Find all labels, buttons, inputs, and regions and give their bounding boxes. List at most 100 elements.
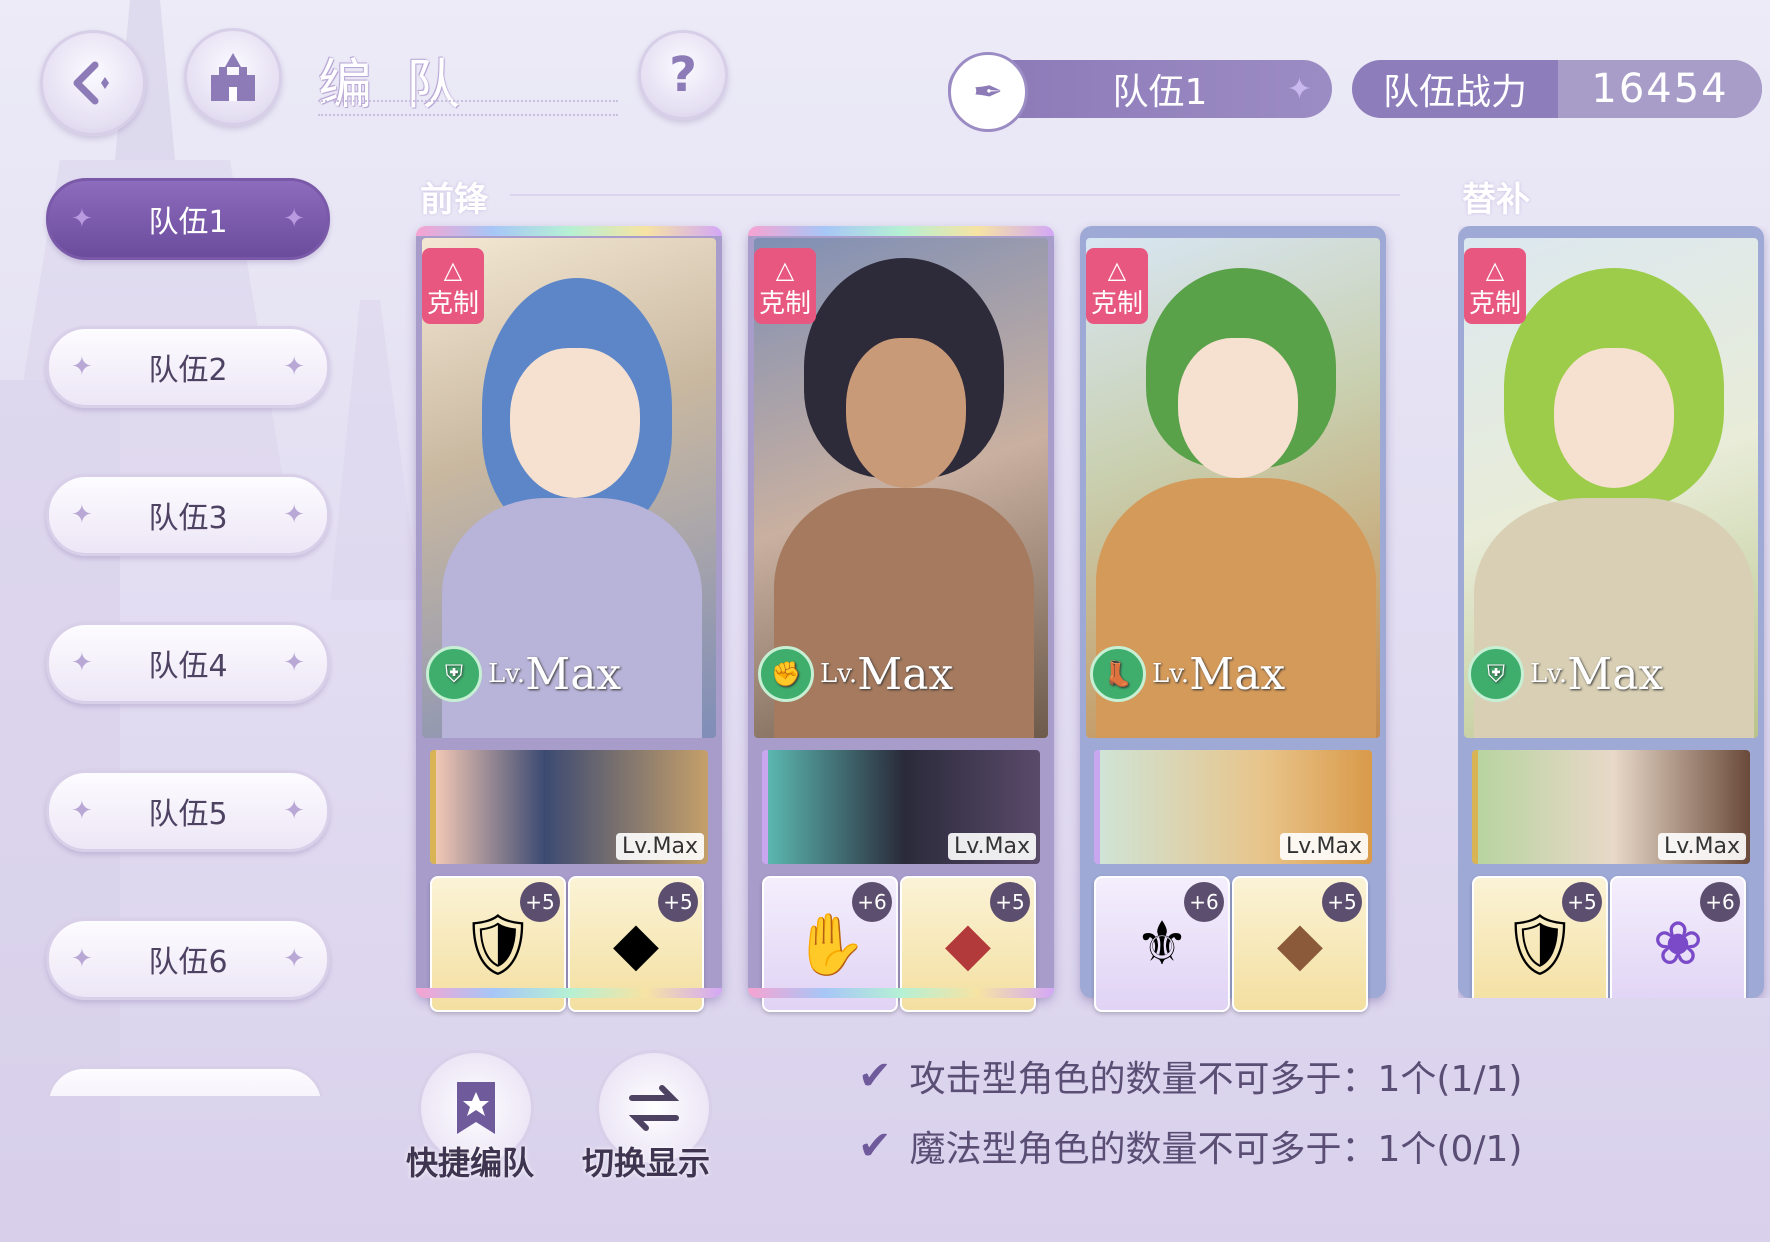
triangle-icon: △ [1485, 256, 1505, 284]
front-section-line [510, 194, 1400, 196]
fist-icon: ✊ [758, 646, 814, 702]
enhance-level: +5 [990, 882, 1030, 922]
rarity-bar [416, 988, 722, 998]
sparkle-icon: ✦ [1286, 71, 1312, 107]
sidebar-tab-label: 队伍4 [148, 649, 228, 684]
equipment-slot-2[interactable]: ❀ +6 [1610, 876, 1746, 998]
sidebar-tab-team1[interactable]: ✦ 队伍1 ✦ [46, 178, 330, 260]
castle-icon [211, 53, 255, 101]
gauntlet-icon: ✋ [792, 909, 868, 980]
support-card[interactable]: Lv.Max [430, 750, 708, 864]
feather-icon: ✒ [972, 71, 1004, 113]
rule-text: 攻击型角色的数量不可多于：1个(1/1) [909, 1059, 1523, 1100]
equipment-slot-1[interactable]: ⚜ +6 [1094, 876, 1230, 1012]
title-decoration [318, 100, 618, 116]
triangle-icon: △ [443, 256, 463, 284]
rule-magic-limit: ✔ 魔法型角色的数量不可多于：1个(0/1) [858, 1120, 1522, 1172]
sidebar-tab-team4[interactable]: ✦ 队伍4 ✦ [46, 622, 330, 704]
boot-icon: 👢 [1090, 646, 1146, 702]
sidebar-tab-label: 队伍2 [148, 353, 228, 388]
support-level: Lv.Max [615, 833, 704, 860]
support-level: Lv.Max [1279, 833, 1368, 860]
support-level: Lv.Max [947, 833, 1036, 860]
level-display: ⛨ Lv. Max [426, 646, 621, 702]
team-power-panel: 队伍战力 16454 [1352, 60, 1762, 118]
character-card-2[interactable]: △ 克制 ✊ Lv. Max Lv.Max ✋ +6 ◆ +5 [748, 226, 1054, 1012]
counter-badge: △ 克制 [1086, 248, 1148, 324]
earring-icon: ◆ [944, 909, 992, 979]
brooch-icon: ❀ [1652, 909, 1704, 979]
support-level: Lv.Max [1657, 833, 1746, 860]
sparkle-icon: ✦ [283, 352, 305, 382]
character-card-1[interactable]: △ 克制 ⛨ Lv. Max Lv.Max 🛡 +5 ◆ +5 [416, 226, 722, 1012]
sparkle-icon: ✦ [71, 796, 93, 826]
shield-icon: ⛨ [1468, 646, 1524, 702]
bookmark-star-icon [457, 1082, 495, 1134]
sidebar-tab-label: 队伍5 [148, 797, 228, 832]
enhance-level: +6 [1700, 882, 1740, 922]
substitute-card-clip: △ 克制 ⛨ Lv. Max Lv.Max 🛡 +5 ❀ +6 [1458, 226, 1770, 998]
enhance-level: +5 [1562, 882, 1602, 922]
swap-arrows-icon [628, 1085, 680, 1131]
shield-icon: ⛨ [426, 646, 482, 702]
front-section-label: 前锋 [420, 180, 488, 220]
counter-badge: △ 克制 [754, 248, 816, 324]
sidebar-tab-label: 队伍3 [148, 501, 228, 536]
team-select-label: 队伍1 [1112, 72, 1208, 113]
level-display: ⛨ Lv. Max [1468, 646, 1663, 702]
counter-badge: △ 克制 [422, 248, 484, 324]
power-label: 队伍战力 [1382, 72, 1527, 113]
rule-text: 魔法型角色的数量不可多于：1个(0/1) [909, 1129, 1523, 1170]
sparkle-icon: ✦ [71, 500, 93, 530]
character-card-4[interactable]: △ 克制 ⛨ Lv. Max Lv.Max 🛡 +5 ❀ +6 [1458, 226, 1764, 998]
rarity-bar [748, 226, 1054, 236]
bracer-icon: ⚜ [1135, 909, 1189, 979]
earring-icon: ◆ [612, 909, 660, 979]
triangle-icon: △ [775, 256, 795, 284]
enhance-level: +5 [520, 882, 560, 922]
support-card[interactable]: Lv.Max [762, 750, 1040, 864]
enhance-level: +6 [852, 882, 892, 922]
counter-badge: △ 克制 [1464, 248, 1526, 324]
support-card[interactable]: Lv.Max [1094, 750, 1372, 864]
earring-icon: ◆ [1276, 909, 1324, 979]
character-card-3[interactable]: △ 克制 👢 Lv. Max Lv.Max ⚜ +6 ◆ +5 [1080, 226, 1386, 1012]
sidebar-tab-team6[interactable]: ✦ 队伍6 ✦ [46, 918, 330, 1000]
enhance-level: +5 [1322, 882, 1362, 922]
rarity-bar [416, 226, 722, 236]
sparkle-icon: ✦ [283, 796, 305, 826]
help-icon: ? [669, 47, 697, 103]
sidebar-tab-partial[interactable] [46, 1066, 324, 1096]
home-button[interactable] [184, 28, 282, 126]
sparkle-icon: ✦ [283, 500, 305, 530]
sparkle-icon: ✦ [71, 352, 93, 382]
quick-team-label: 快捷编队 [406, 1144, 535, 1182]
back-button[interactable] [40, 30, 146, 136]
gauntlet-icon: 🛡 [459, 909, 537, 980]
sparkle-icon: ✦ [283, 648, 305, 678]
sparkle-icon: ✦ [283, 204, 305, 234]
level-display: 👢 Lv. Max [1090, 646, 1285, 702]
sidebar-tab-team5[interactable]: ✦ 队伍5 ✦ [46, 770, 330, 852]
switch-display-label: 切换显示 [582, 1144, 711, 1182]
sidebar-tab-team2[interactable]: ✦ 队伍2 ✦ [46, 326, 330, 408]
sidebar-tab-label: 队伍1 [148, 205, 228, 240]
enhance-level: +6 [1184, 882, 1224, 922]
sparkle-icon: ✦ [71, 204, 93, 234]
shield-gear-icon: 🛡 [1501, 909, 1579, 980]
equipment-slot-1[interactable]: 🛡 +5 [1472, 876, 1608, 998]
sparkle-icon: ✦ [71, 944, 93, 974]
support-card[interactable]: Lv.Max [1472, 750, 1750, 864]
rarity-bar [748, 988, 1054, 998]
sparkle-icon: ✦ [283, 944, 305, 974]
back-arrow-icon [73, 61, 109, 105]
sidebar-tab-team3[interactable]: ✦ 队伍3 ✦ [46, 474, 330, 556]
enhance-level: +5 [658, 882, 698, 922]
feather-button[interactable]: ✒ [948, 52, 1028, 132]
equipment-slot-2[interactable]: ◆ +5 [1232, 876, 1368, 1012]
power-value: 16454 [1558, 60, 1762, 118]
check-icon: ✔ [858, 1123, 892, 1169]
triangle-icon: △ [1107, 256, 1127, 284]
help-button[interactable]: ? [638, 30, 728, 120]
check-icon: ✔ [858, 1053, 892, 1099]
